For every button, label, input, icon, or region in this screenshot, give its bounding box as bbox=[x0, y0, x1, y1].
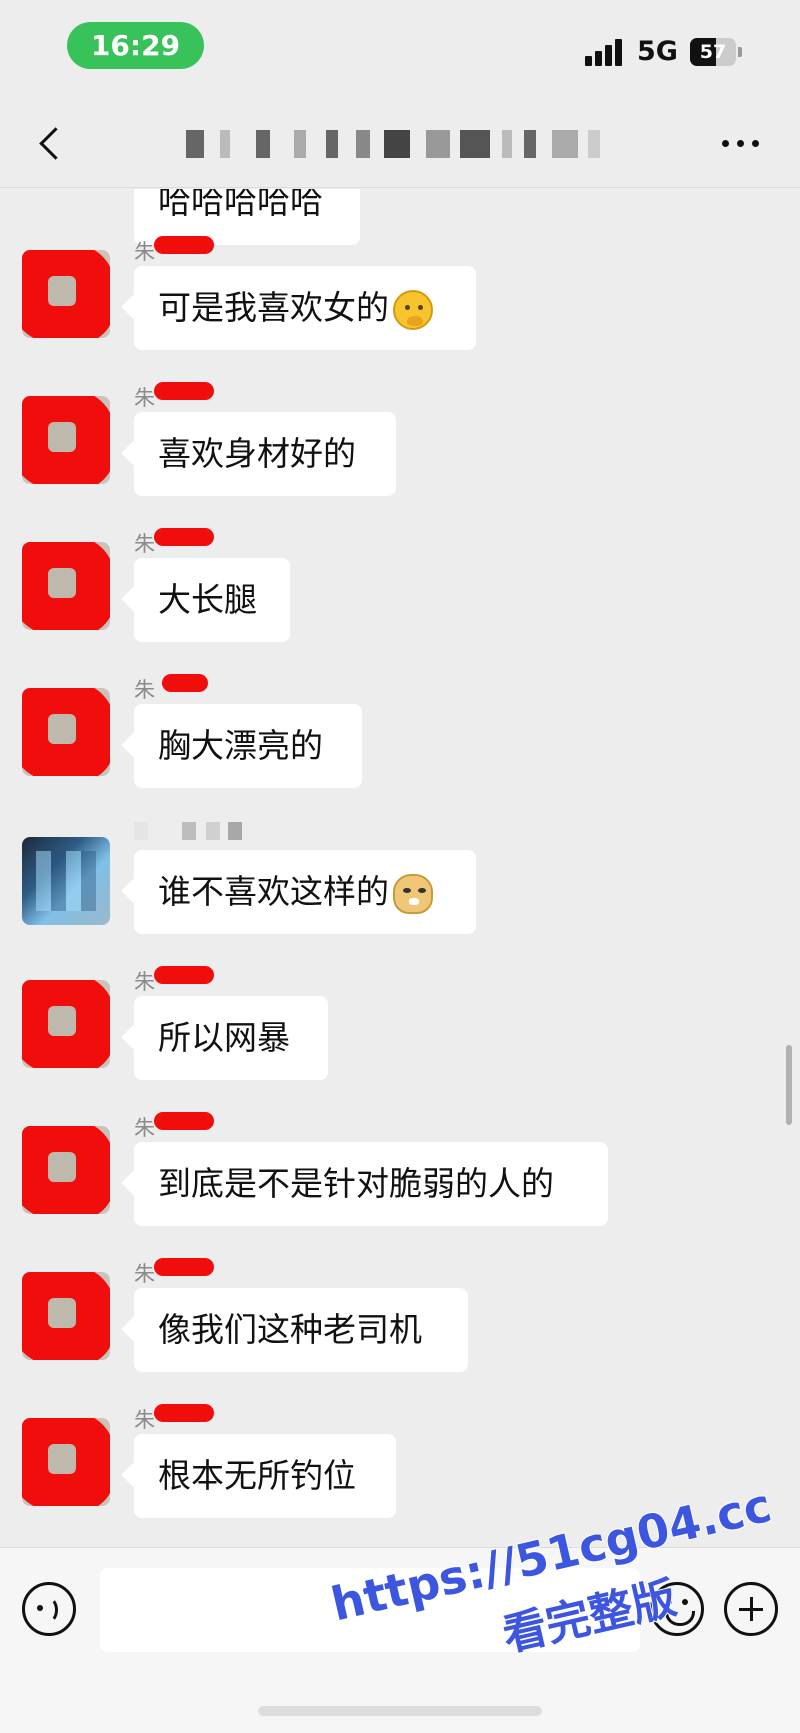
avatar[interactable] bbox=[22, 980, 110, 1068]
sender-redaction bbox=[162, 674, 208, 692]
battery-icon: 57 bbox=[690, 38, 742, 66]
avatar[interactable] bbox=[22, 1418, 110, 1506]
message-text: 谁不喜欢这样的 bbox=[158, 872, 389, 911]
sender-redaction bbox=[154, 1404, 214, 1422]
scrollbar[interactable] bbox=[786, 1045, 792, 1125]
sender-redaction bbox=[154, 236, 214, 254]
sender-name: 朱 bbox=[134, 532, 155, 556]
sender-redaction bbox=[154, 1258, 214, 1276]
message-bubble: 像我们这种老司机 bbox=[134, 1288, 468, 1372]
sender-name: 朱 bbox=[134, 1408, 155, 1432]
avatar[interactable] bbox=[22, 688, 110, 776]
avatar[interactable] bbox=[22, 837, 110, 925]
message-bubble: 到底是不是针对脆弱的人的 bbox=[134, 1142, 608, 1226]
sender-name-pixelated bbox=[134, 822, 244, 840]
sender-redaction bbox=[154, 382, 214, 400]
more-options-icon[interactable] bbox=[720, 137, 762, 149]
message-text: 可是我喜欢女的 bbox=[158, 288, 389, 327]
battery-level: 57 bbox=[699, 41, 727, 63]
status-time: 16:29 bbox=[67, 22, 204, 69]
message-text: 根本无所钓位 bbox=[158, 1456, 356, 1495]
message-text: 胸大漂亮的 bbox=[158, 726, 323, 765]
sender-name: 朱 bbox=[134, 1262, 155, 1286]
doge-emoji bbox=[393, 873, 433, 914]
status-bar: 16:29 5G 57 bbox=[0, 0, 800, 100]
nav-bar bbox=[0, 100, 800, 188]
message-bubble: 谁不喜欢这样的 bbox=[134, 850, 476, 934]
sender-redaction bbox=[154, 1112, 214, 1130]
message-bubble: 可是我喜欢女的 bbox=[134, 266, 476, 350]
avatar[interactable] bbox=[22, 1126, 110, 1214]
sender-redaction bbox=[154, 528, 214, 546]
message-bubble: 根本无所钓位 bbox=[134, 1434, 396, 1518]
sender-name: 朱 bbox=[134, 240, 155, 264]
sender-redaction bbox=[154, 966, 214, 984]
thinking-face-emoji bbox=[393, 289, 433, 330]
sender-name: 朱 bbox=[134, 678, 155, 702]
signal-icon bbox=[585, 38, 625, 66]
sender-name: 朱 bbox=[134, 1116, 155, 1140]
message-bubble: 所以网暴 bbox=[134, 996, 328, 1080]
message-list[interactable]: 哈哈哈哈哈 朱 可是我喜欢女的 朱 喜欢身材好的 朱 大长腿 朱 胸大漂亮的 谁… bbox=[0, 189, 800, 1547]
message-bubble: 大长腿 bbox=[134, 558, 290, 642]
message-text: 所以网暴 bbox=[158, 1018, 290, 1057]
message-text: 喜欢身材好的 bbox=[158, 434, 356, 473]
chat-title-redacted bbox=[180, 122, 640, 166]
voice-input-icon[interactable] bbox=[22, 1582, 76, 1636]
avatar[interactable] bbox=[22, 396, 110, 484]
message-text: 到底是不是针对脆弱的人的 bbox=[158, 1164, 554, 1203]
message-text: 像我们这种老司机 bbox=[158, 1310, 422, 1349]
message-text: 大长腿 bbox=[158, 580, 257, 619]
avatar[interactable] bbox=[22, 250, 110, 338]
message-bubble: 胸大漂亮的 bbox=[134, 704, 362, 788]
message-bubble: 喜欢身材好的 bbox=[134, 412, 396, 496]
avatar[interactable] bbox=[22, 542, 110, 630]
sender-name: 朱 bbox=[134, 386, 155, 410]
sender-name: 朱 bbox=[134, 970, 155, 994]
avatar[interactable] bbox=[22, 1272, 110, 1360]
network-label: 5G bbox=[637, 36, 678, 67]
back-icon[interactable] bbox=[36, 128, 66, 158]
